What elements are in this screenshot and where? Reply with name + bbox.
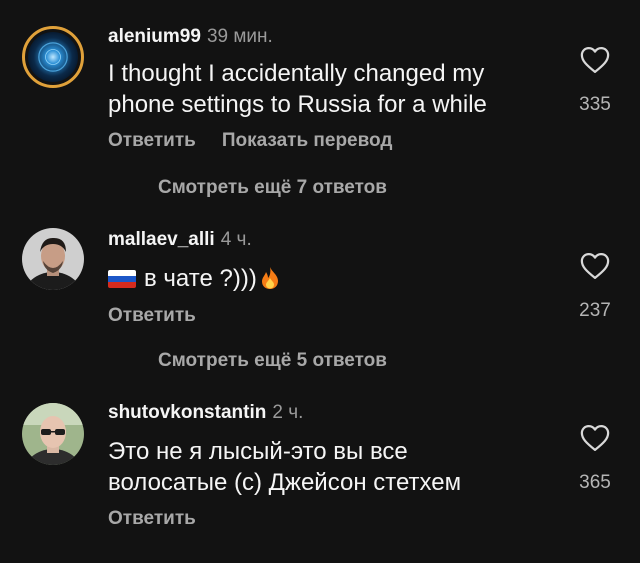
like-control[interactable]: 365: [572, 424, 618, 494]
heart-icon[interactable]: [580, 424, 610, 452]
comment-actions: Ответить: [108, 305, 222, 327]
like-count: 335: [579, 94, 611, 115]
blue-orb-avatar-icon: [28, 32, 78, 82]
heart-icon[interactable]: [580, 46, 610, 74]
like-control[interactable]: 335: [572, 46, 618, 116]
like-control[interactable]: 237: [572, 252, 618, 322]
bald-man-avatar-icon: [22, 403, 84, 465]
reply-button[interactable]: Ответить: [108, 508, 196, 529]
comment-header: mallaev_alli 4 ч.: [108, 229, 252, 251]
comment-text: I thought I accidentally changed my phon…: [108, 60, 487, 118]
comment-actions: Ответить: [108, 508, 222, 530]
russia-flag-icon: [108, 270, 136, 288]
man-portrait-avatar-icon: [22, 228, 84, 290]
timestamp: 2 ч.: [272, 402, 304, 423]
reply-button[interactable]: Ответить: [108, 305, 196, 326]
timestamp: 39 мин.: [206, 26, 273, 47]
comment-text-line: Это не я лысый-это вы все: [108, 438, 408, 465]
fire-icon: [259, 266, 281, 290]
avatar[interactable]: [22, 403, 84, 465]
timestamp: 4 ч.: [220, 229, 252, 250]
comment-text: Это не я лысый-это вы все волосатые (с) …: [108, 436, 548, 498]
view-more-replies-button[interactable]: Смотреть ещё 7 ответов: [158, 177, 387, 199]
comment-text-body: в чате ?))): [144, 265, 257, 292]
reply-button[interactable]: Ответить: [108, 130, 196, 151]
comment-actions: Ответить Показать перевод: [108, 130, 418, 152]
like-count: 237: [579, 300, 611, 321]
comment-text-line: волосатые (с) Джейсон стетхем: [108, 469, 462, 496]
username[interactable]: alenium99: [108, 26, 201, 47]
comment-header: alenium99 39 мин.: [108, 26, 273, 48]
username[interactable]: shutovkonstantin: [108, 402, 266, 423]
comment-text: в чате ?))): [108, 263, 548, 294]
show-translation-button[interactable]: Показать перевод: [222, 130, 393, 151]
comment-header: shutovkonstantin 2 ч.: [108, 402, 303, 424]
heart-icon[interactable]: [580, 252, 610, 280]
username[interactable]: mallaev_alli: [108, 229, 215, 250]
view-more-replies-button[interactable]: Смотреть ещё 5 ответов: [158, 350, 387, 372]
avatar[interactable]: [22, 228, 84, 290]
avatar[interactable]: [22, 26, 84, 88]
like-count: 365: [579, 472, 611, 493]
